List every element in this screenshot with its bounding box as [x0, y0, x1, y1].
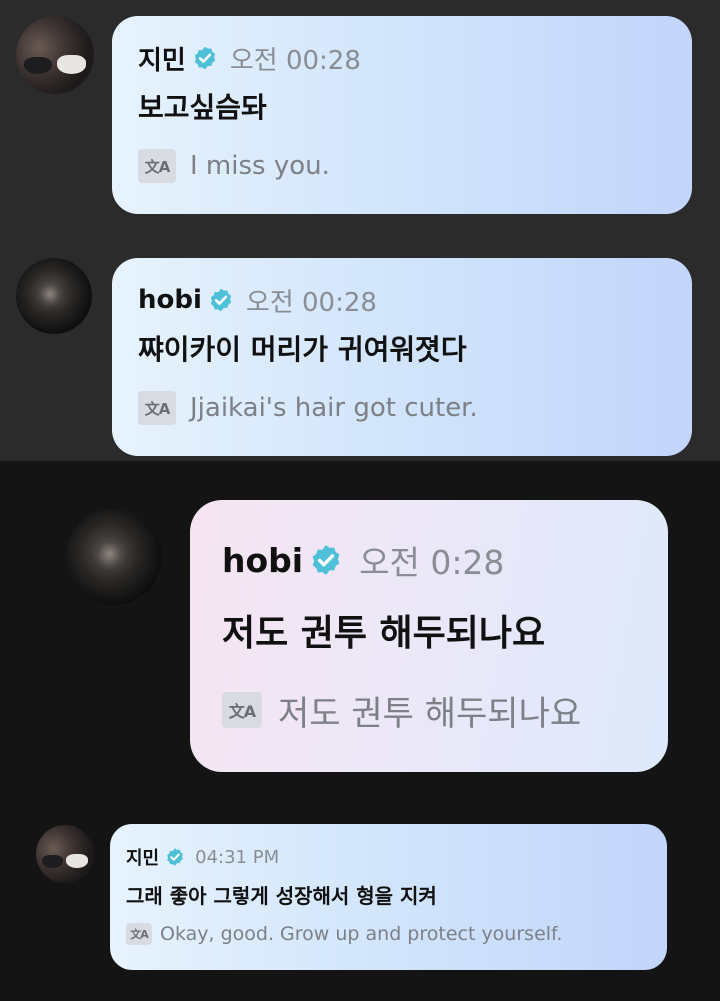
translate-icon[interactable]: 文A [222, 692, 262, 728]
message-bubble[interactable]: 지민 오전 00:28 보고싶슴돠 文A I miss you. [112, 16, 692, 214]
chat-screenshot-bottom: hobi 오전 0:28 저도 권투 해두되나요 文A 저도 권투 해두되나요 … [0, 461, 720, 1001]
sender-name[interactable]: hobi [138, 285, 202, 315]
message-bubble[interactable]: hobi 오전 00:28 쨔이카이 머리가 귀여워졋다 文A Jjaikai'… [112, 258, 692, 456]
translation-row: 文A 저도 권투 해두되나요 [222, 684, 581, 736]
translation-row: 文A I miss you. [138, 146, 330, 186]
message-time: 오전 00:28 [245, 287, 377, 318]
chat-screenshot-top: 지민 오전 00:28 보고싶슴돠 文A I miss you. hobi 오전… [0, 0, 720, 461]
message-text: 그래 좋아 그렇게 성장해서 형을 지켜 [126, 884, 437, 908]
message-text: 쨔이카이 머리가 귀여워졋다 [138, 333, 467, 366]
translation-row: 文A Jjaikai's hair got cuter. [138, 388, 478, 428]
verified-badge-icon [167, 848, 183, 866]
translate-icon[interactable]: 文A [126, 923, 152, 945]
message-text: 보고싶슴돠 [138, 91, 267, 124]
message-bubble[interactable]: hobi 오전 0:28 저도 권투 해두되나요 文A 저도 권투 해두되나요 [190, 500, 668, 772]
message-header: 지민 04:31 PM [126, 844, 279, 870]
translation-text: Okay, good. Grow up and protect yourself… [160, 923, 563, 945]
translation-text: I miss you. [190, 151, 330, 181]
message-text: 저도 권투 해두되나요 [222, 613, 546, 654]
message-time: 오전 00:28 [229, 45, 361, 76]
message-header: 지민 오전 00:28 [138, 40, 361, 76]
sender-name[interactable]: 지민 [126, 844, 159, 870]
translation-text: 저도 권투 해두되나요 [278, 693, 582, 734]
jimin-avatar[interactable] [36, 825, 94, 883]
verified-badge-icon [210, 288, 232, 312]
translate-icon[interactable]: 文A [138, 391, 176, 425]
message-bubble[interactable]: 지민 04:31 PM 그래 좋아 그렇게 성장해서 형을 지켜 文A Okay… [110, 824, 667, 970]
hobi-avatar[interactable] [16, 258, 92, 334]
jimin-avatar[interactable] [16, 16, 94, 94]
message-time: 오전 0:28 [359, 543, 505, 582]
message-time: 04:31 PM [195, 846, 280, 868]
translation-row: 文A Okay, good. Grow up and protect yours… [126, 920, 562, 948]
translate-icon[interactable]: 文A [138, 149, 176, 183]
message-header: hobi 오전 00:28 [138, 282, 377, 318]
sender-name[interactable]: 지민 [138, 40, 186, 77]
sender-name[interactable]: hobi [222, 541, 303, 580]
message-header: hobi 오전 0:28 [222, 536, 504, 584]
verified-badge-icon [194, 46, 216, 70]
hobi-avatar[interactable] [66, 509, 162, 605]
translation-text: Jjaikai's hair got cuter. [190, 393, 478, 423]
verified-badge-icon [312, 545, 340, 575]
